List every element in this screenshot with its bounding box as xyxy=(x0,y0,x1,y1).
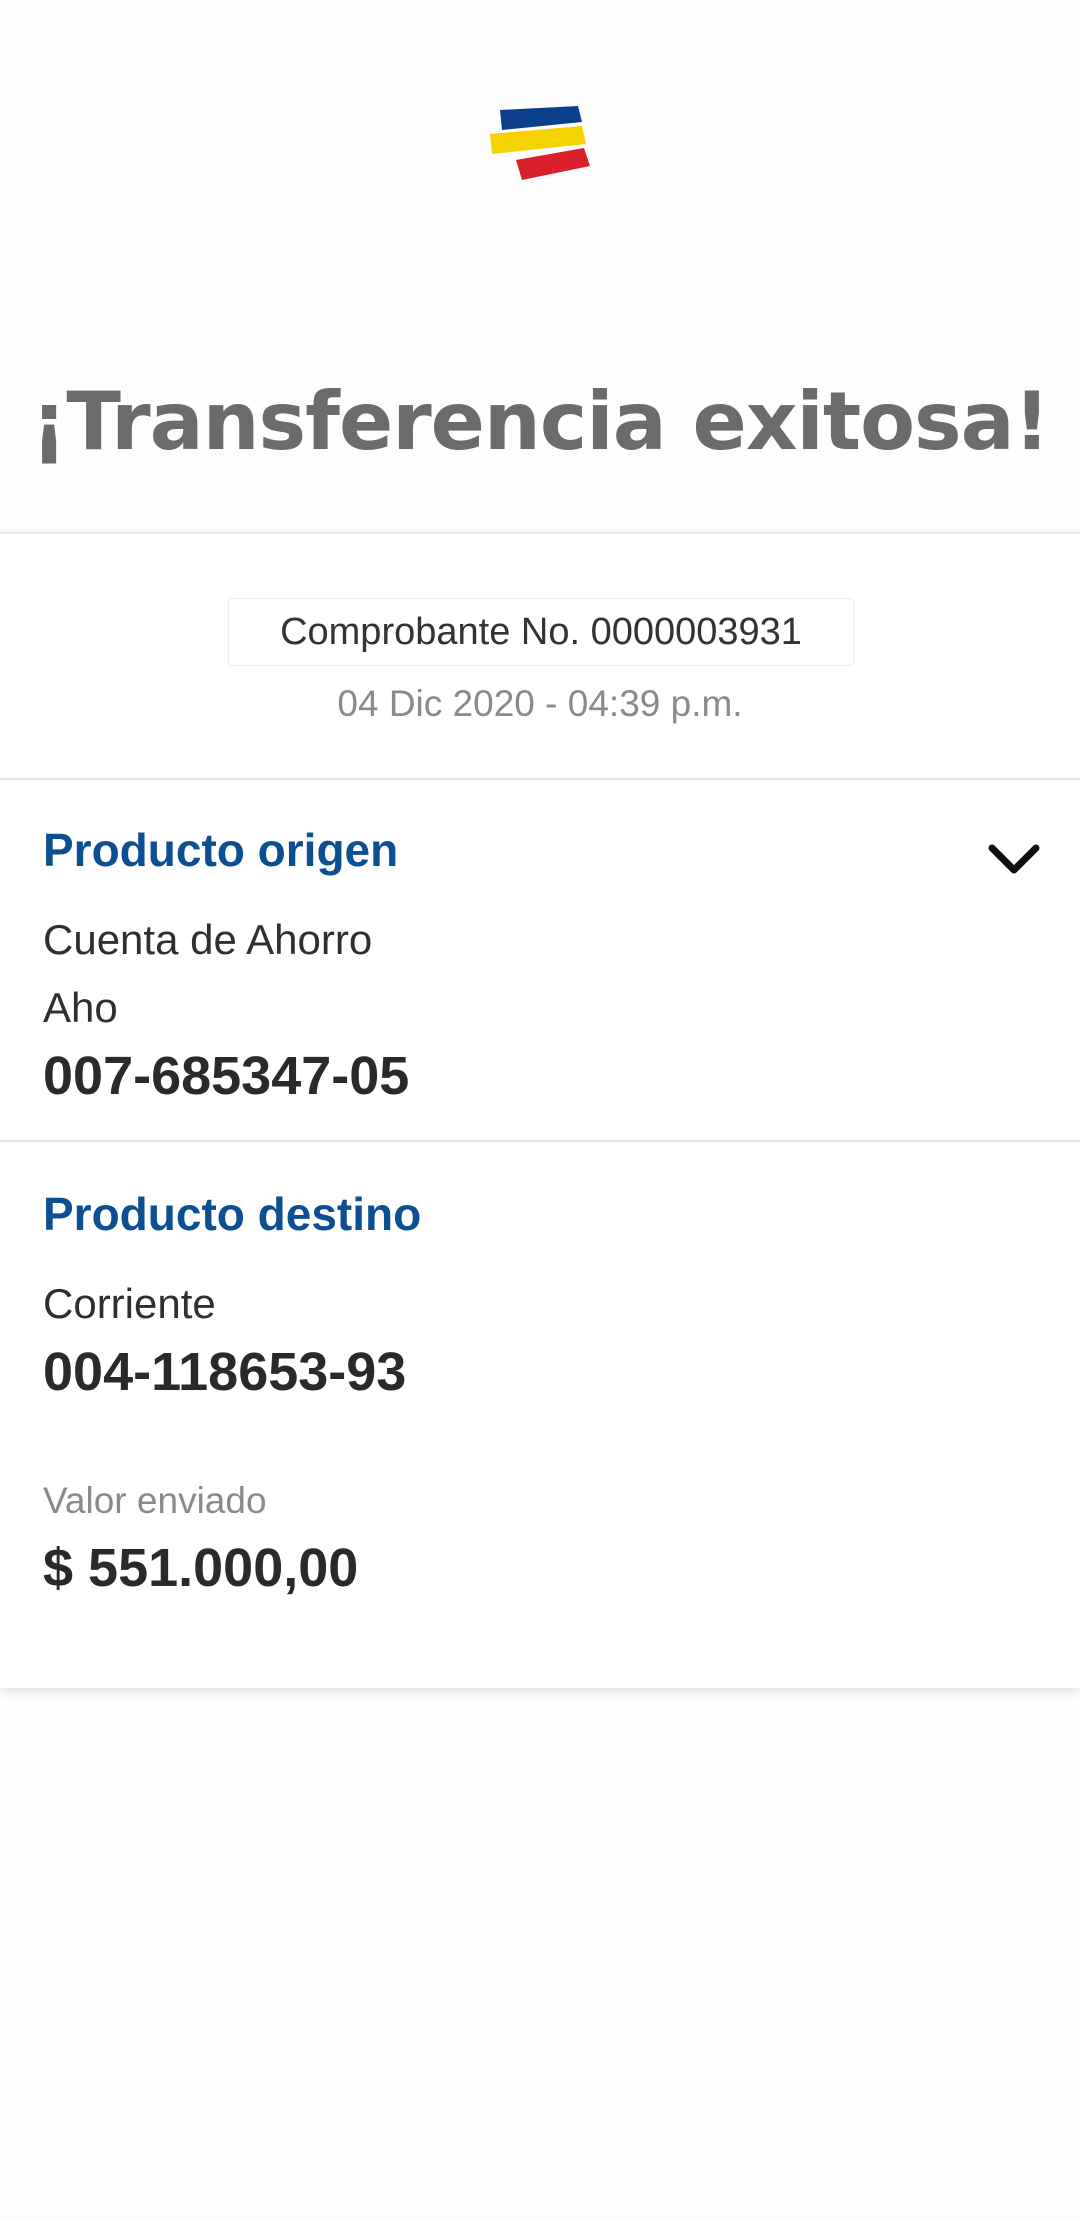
origin-account-short: Aho xyxy=(43,984,118,1031)
divider xyxy=(0,1140,1080,1142)
page-title: ¡Transferencia exitosa! xyxy=(30,375,1050,468)
logo-red-stripe xyxy=(516,148,590,180)
destination-section-title: Producto destino xyxy=(43,1188,422,1240)
divider xyxy=(0,778,1080,780)
origin-account-type: Cuenta de Ahorro xyxy=(43,916,373,963)
origin-account-number: 007-685347-05 xyxy=(43,1046,410,1106)
amount-value: $ 551.000,00 xyxy=(43,1538,359,1598)
receipt-datetime: 04 Dic 2020 - 04:39 p.m. xyxy=(337,683,743,724)
destination-account-type: Corriente xyxy=(43,1280,216,1327)
receipt-number: Comprobante No. 0000003931 xyxy=(228,598,854,666)
origin-section-title: Producto origen xyxy=(43,824,399,876)
destination-account-number: 004-118653-93 xyxy=(43,1342,407,1402)
transfer-receipt-card: Comprobante No. 0000003931 04 Dic 2020 -… xyxy=(0,532,1080,1688)
chevron-down-icon[interactable] xyxy=(982,834,1046,884)
logo-blue-stripe xyxy=(500,106,582,130)
logo-yellow-stripe xyxy=(490,126,586,154)
bank-logo xyxy=(490,106,590,180)
amount-label: Valor enviado xyxy=(43,1480,267,1521)
